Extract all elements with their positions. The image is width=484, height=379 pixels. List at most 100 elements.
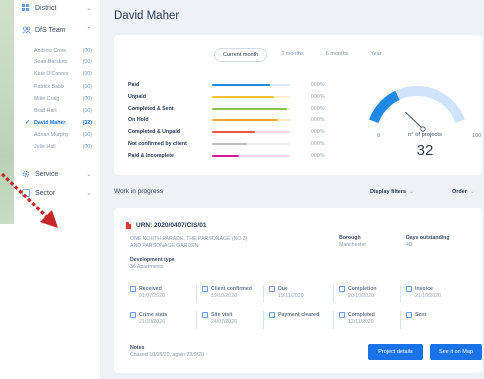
step-divider <box>400 285 401 303</box>
metric-bar-track <box>212 131 290 133</box>
section-title: Work in progress <box>114 188 164 195</box>
step-label: Payment cleared <box>278 312 320 318</box>
project-address-line2: AND PARSONAGE GARDEN <box>130 243 199 249</box>
order-label: Order <box>452 189 467 195</box>
metric-percent: 000% <box>311 94 325 100</box>
step-label: Sent <box>415 312 427 318</box>
metric-bar-track <box>212 143 290 145</box>
team-member[interactable]: Andrew Crow (00) <box>34 48 92 54</box>
team-member[interactable]: Kate O'Connor (00) <box>34 71 92 77</box>
metric-bar-fill <box>212 155 239 157</box>
metric-label: On Hold <box>128 117 149 123</box>
metric-row: Completed & Unpaid 000% <box>128 128 338 136</box>
gauge-min-label: 0 <box>377 133 381 139</box>
metric-label: Not confirmed by client <box>128 141 187 147</box>
metric-bar-track <box>212 96 290 98</box>
tab-3-months[interactable]: 3 months <box>273 48 312 62</box>
chevron-down-icon: ⌄ <box>86 5 92 12</box>
step-divider <box>333 285 334 303</box>
project-details-button[interactable]: Project details <box>368 344 423 360</box>
metric-row: Paid & Incomplete 000% <box>128 152 338 160</box>
step-date: 12/11/2020 <box>348 319 374 325</box>
gauge-value: 32 <box>416 142 434 159</box>
page-title: David Maher <box>114 10 180 22</box>
filters-label: Display filters <box>370 189 407 195</box>
urn-text: URN: 2020/0407/CIS/01 <box>136 222 207 229</box>
member-count: (32) <box>82 120 92 126</box>
chevron-down-icon: ⌄ <box>469 189 475 195</box>
calendar-icon <box>406 286 412 292</box>
member-name: Andrew Crow <box>34 48 66 54</box>
display-filters-dropdown[interactable]: Display filters ⌄ <box>370 189 414 195</box>
metric-bar-track <box>212 84 290 86</box>
step-date: 21/10/2020 <box>139 319 165 325</box>
step-label: Completion <box>348 286 377 292</box>
team-member-selected[interactable]: ✓ David Maher (32) <box>25 120 92 126</box>
step-divider <box>333 311 334 329</box>
team-member[interactable]: Patrick Babb (00) <box>34 84 92 90</box>
member-count: (00) <box>82 96 92 102</box>
main-content: David Maher Current month 3 months 6 mon… <box>100 0 484 379</box>
gauge-fill <box>369 90 400 124</box>
member-name: Mike Craig <box>34 96 60 102</box>
tab-6-months[interactable]: 6 months <box>318 48 357 62</box>
see-on-map-button[interactable]: See it on Map <box>430 344 482 360</box>
days-outstanding-label: Days outstanding <box>406 235 450 241</box>
project-step: Received 01/07/2020 <box>130 286 204 302</box>
team-member[interactable]: Mike Craig (00) <box>34 96 92 102</box>
metric-bar-fill <box>212 96 275 98</box>
project-urn: URN: 2020/0407/CIS/01 <box>126 222 206 229</box>
metric-percent: 000% <box>311 117 325 123</box>
step-divider <box>263 311 264 329</box>
project-step: Invoice 21/10/2020 <box>406 286 480 302</box>
gauge-max-label: 100 <box>472 133 482 139</box>
period-tabs: Current month 3 months 6 months Year <box>214 48 396 62</box>
calendar-icon <box>339 286 345 292</box>
tab-year[interactable]: Year <box>362 48 389 62</box>
order-dropdown[interactable]: Order ⌄ <box>452 189 475 195</box>
gauge-hub <box>420 126 426 132</box>
metric-percent: 000% <box>311 141 325 147</box>
step-divider <box>400 311 401 329</box>
step-divider <box>196 311 197 329</box>
chevron-up-icon: ⌃ <box>86 27 92 34</box>
document-icon <box>126 222 131 229</box>
calendar-icon <box>406 312 412 318</box>
days-outstanding-value: 40 <box>406 242 412 248</box>
gauge-needle <box>405 111 424 130</box>
borough-value: Manchester <box>339 242 367 248</box>
calendar-icon <box>202 286 208 292</box>
step-label: Completed <box>348 312 375 318</box>
step-divider <box>263 285 264 303</box>
team-member[interactable]: Sean Barstow (00) <box>34 59 92 65</box>
team-member[interactable]: Brad Hart (00) <box>34 108 92 114</box>
sidebar-item-district[interactable]: District ⌄ <box>22 4 94 12</box>
sidebar-item-team[interactable]: DfS Team ⌃ <box>22 26 94 34</box>
step-date: 19/11/2020 <box>278 293 304 299</box>
notes-value: Chased 10/08/20, again 23/9/20 <box>130 352 204 358</box>
member-name: Sean Barstow <box>34 59 67 65</box>
step-date: 19/10/2020 <box>211 293 237 299</box>
metric-percent: 000% <box>311 153 325 159</box>
member-count: (00) <box>82 59 92 65</box>
team-member[interactable]: Adrian Murphy (00) <box>34 132 92 138</box>
metric-bar-track <box>212 108 290 110</box>
stats-card: Current month 3 months 6 months Year Pai… <box>114 35 482 175</box>
step-date: 24/07/2020 <box>211 319 237 325</box>
annotation-arrow <box>0 172 58 228</box>
metric-label: Completed & Unpaid <box>128 129 181 135</box>
metric-label: Unpaid <box>128 94 146 100</box>
member-name: Brad Hart <box>34 108 57 114</box>
project-card: URN: 2020/0407/CIS/01 ONE NORTH PARADE, … <box>114 208 482 373</box>
team-icon <box>22 26 31 34</box>
chevron-down-icon: ⌄ <box>86 171 92 178</box>
project-step: Sent <box>406 312 480 328</box>
team-member[interactable]: Julie Hall (00) <box>34 144 92 150</box>
tab-current-month[interactable]: Current month <box>214 48 268 62</box>
member-name: Adrian Murphy <box>34 132 69 138</box>
metric-label: Paid <box>128 82 140 88</box>
project-step: Crime stats 21/10/2020 <box>130 312 204 328</box>
metric-bar-fill <box>212 84 270 86</box>
metric-percent: 000% <box>311 82 325 88</box>
metric-bar-fill <box>212 131 255 133</box>
